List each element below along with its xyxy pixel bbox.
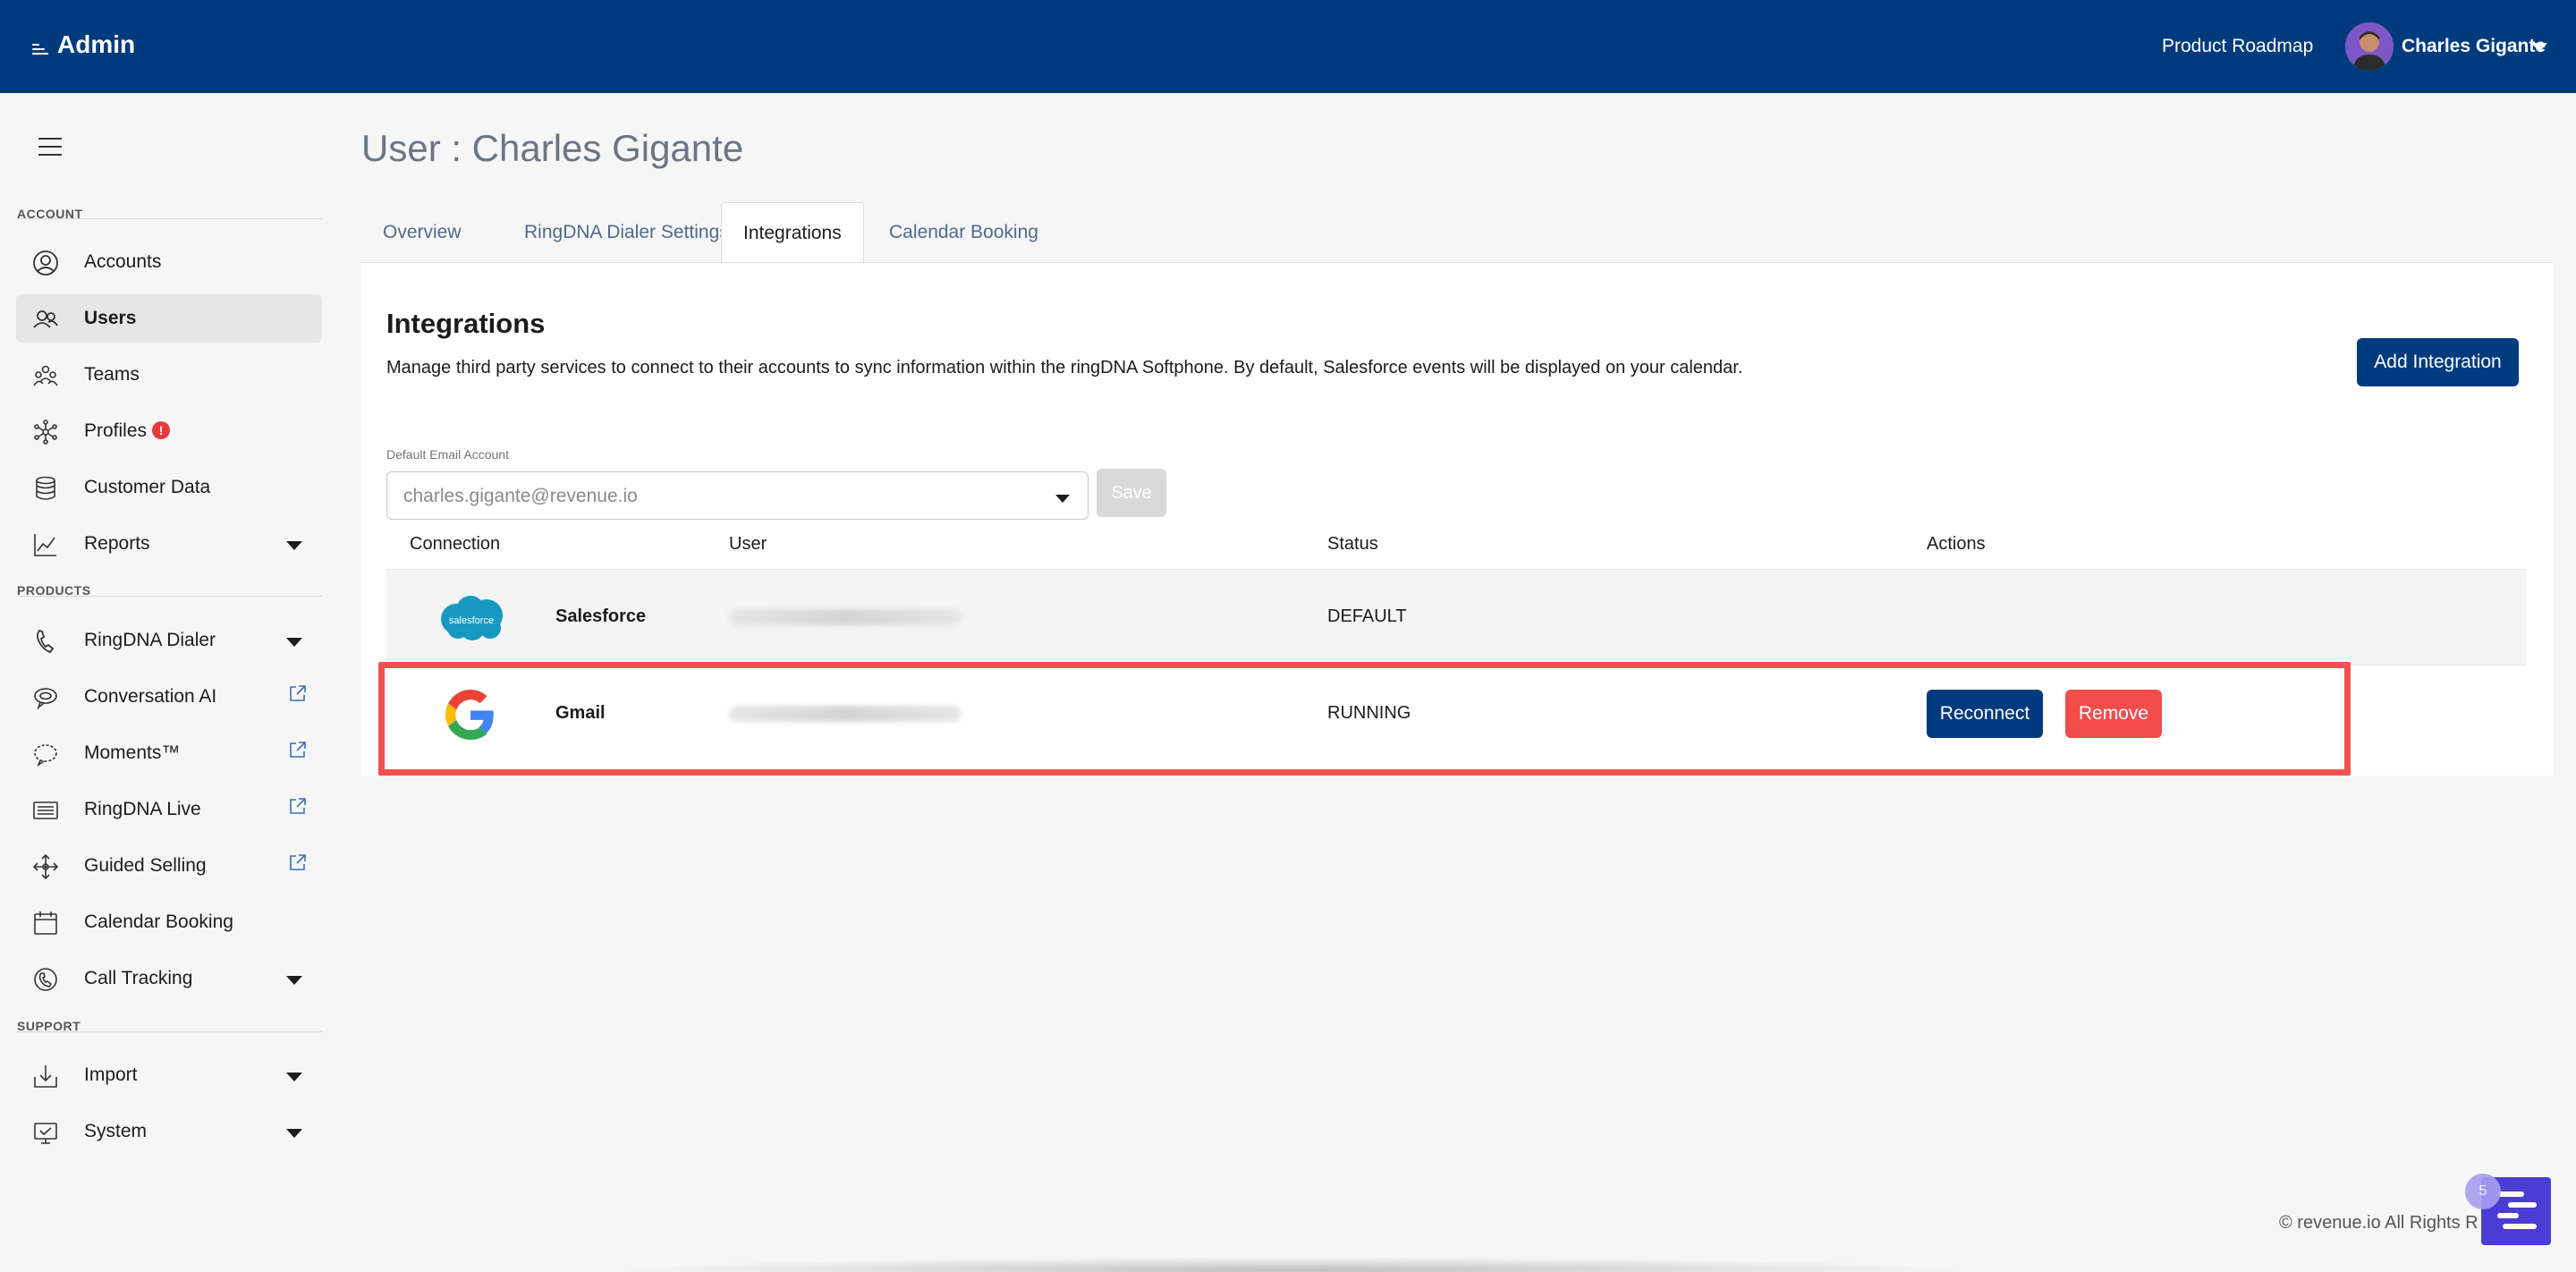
chevron-down-icon[interactable] [286, 1073, 302, 1081]
table-row [386, 569, 2526, 666]
sidebar-item-moments[interactable]: Moments™ [16, 729, 322, 777]
tab-integrations[interactable]: Integrations [721, 202, 864, 263]
sidebar-item-label: Users [84, 308, 137, 328]
sidebar-item-label: Conversation AI [84, 686, 217, 707]
chat-bubble-icon [32, 684, 59, 711]
import-icon [32, 1063, 59, 1090]
tab-ringdna-dialer-settings[interactable]: RingDNA Dialer Settings [503, 202, 750, 263]
chat-badge[interactable]: 5 [2465, 1174, 2501, 1209]
brand[interactable]: Admin [32, 30, 135, 59]
chevron-down-icon[interactable] [286, 541, 302, 550]
status-text: DEFAULT [1327, 606, 1407, 626]
brand-title: Admin [57, 30, 136, 58]
sidebar-item-teams[interactable]: Teams [16, 351, 322, 399]
section-title: Integrations [386, 308, 546, 339]
salesforce-logo-text: salesforce [449, 615, 494, 626]
sidebar-item-label: Teams [84, 364, 140, 385]
sidebar-item-label: Import [84, 1064, 138, 1085]
footer-copyright: © revenue.io All Rights R [2279, 1213, 2479, 1233]
product-roadmap-link[interactable]: Product Roadmap [2162, 36, 2313, 57]
arrows-move-icon [32, 853, 59, 880]
hamburger-menu-icon[interactable] [38, 138, 62, 157]
sidebar-item-calendar-booking[interactable]: Calendar Booking [16, 898, 322, 946]
chevron-down-icon[interactable] [286, 976, 302, 985]
tab-overview[interactable]: Overview [361, 202, 483, 263]
users-icon [32, 306, 59, 333]
divider [17, 1031, 322, 1032]
sidebar-item-accounts[interactable]: Accounts [16, 238, 322, 286]
default-email-select[interactable]: charles.gigante@revenue.io [386, 471, 1089, 520]
salesforce-logo-icon: salesforce [436, 594, 506, 642]
external-link-icon[interactable] [288, 796, 308, 816]
highlight-box [378, 662, 2351, 776]
user-menu-name[interactable]: Charles Gigante [2402, 36, 2546, 57]
sidebar-item-label: Moments™ [84, 742, 181, 763]
sidebar-item-users[interactable]: Users [16, 294, 322, 343]
sidebar-item-conversation-ai[interactable]: Conversation AI [16, 673, 322, 721]
default-email-label: Default Email Account [386, 447, 509, 462]
sidebar-item-label: Guided Selling [84, 855, 207, 876]
sidebar-item-label: Call Tracking [84, 968, 193, 988]
user-circle-icon [32, 250, 59, 276]
sidebar-item-label: Calendar Booking [84, 912, 233, 932]
column-header-user: User [729, 534, 767, 554]
chart-line-icon [32, 531, 59, 558]
sidebar-item-label: Customer Data [84, 477, 211, 497]
chevron-down-icon[interactable] [286, 638, 302, 647]
save-button[interactable]: Save [1097, 469, 1166, 517]
sidebar-item-label: RingDNA Dialer [84, 630, 216, 650]
brand-logo-icon [32, 44, 48, 56]
calendar-icon [32, 910, 59, 937]
call-tracking-icon [32, 966, 59, 993]
divider [17, 218, 322, 219]
sidebar-item-label: RingDNA Live [84, 799, 201, 819]
user-email-redacted [729, 609, 962, 625]
external-link-icon[interactable] [288, 740, 308, 759]
column-header-actions: Actions [1927, 534, 1986, 554]
phone-icon [32, 628, 59, 655]
sidebar-item-label: Reports [84, 533, 150, 554]
sidebar-item-system[interactable]: System [16, 1107, 322, 1156]
sidebar: ACCOUNT Accounts Users Teams Profiles! C… [0, 93, 340, 1272]
chevron-down-icon[interactable] [286, 1129, 302, 1138]
add-integration-button[interactable]: Add Integration [2357, 338, 2519, 386]
connection-name: Salesforce [555, 606, 647, 626]
sidebar-item-guided-selling[interactable]: Guided Selling [16, 842, 322, 890]
avatar[interactable] [2345, 22, 2394, 71]
sidebar-item-customer-data[interactable]: Customer Data [16, 463, 322, 512]
column-header-status: Status [1327, 534, 1378, 554]
top-navbar: Admin Product Roadmap Charles Gigante [0, 0, 2576, 93]
sidebar-item-ringdna-dialer[interactable]: RingDNA Dialer [16, 616, 322, 665]
sidebar-item-label-wrap: Profiles! [84, 420, 171, 442]
sidebar-item-profiles[interactable]: Profiles! [16, 407, 322, 455]
sidebar-item-label: Accounts [84, 251, 162, 272]
alert-badge: ! [152, 421, 171, 439]
divider [17, 596, 322, 597]
chevron-down-icon [1055, 495, 1070, 503]
external-link-icon[interactable] [288, 852, 308, 872]
bottom-shadow [608, 1257, 1977, 1272]
sidebar-item-ringdna-live[interactable]: RingDNA Live [16, 785, 322, 834]
monitor-icon [32, 1119, 59, 1146]
page-title: User : Charles Gigante [361, 127, 744, 169]
default-email-value: charles.gigante@revenue.io [403, 486, 638, 506]
moments-icon [32, 741, 59, 767]
external-link-icon[interactable] [288, 683, 308, 703]
tab-calendar-booking[interactable]: Calendar Booking [868, 202, 1060, 263]
sidebar-item-label: Profiles [84, 420, 148, 441]
sidebar-item-label: System [84, 1121, 148, 1141]
sidebar-item-call-tracking[interactable]: Call Tracking [16, 954, 322, 1003]
profiles-icon [32, 419, 59, 445]
chevron-down-icon[interactable] [2531, 43, 2547, 52]
sidebar-item-import[interactable]: Import [16, 1051, 322, 1099]
sidebar-item-reports[interactable]: Reports [16, 520, 322, 568]
section-description: Manage third party services to connect t… [386, 358, 1743, 377]
teams-icon [32, 362, 59, 389]
column-header-connection: Connection [410, 534, 501, 554]
live-icon [32, 797, 59, 824]
database-icon [32, 475, 59, 502]
